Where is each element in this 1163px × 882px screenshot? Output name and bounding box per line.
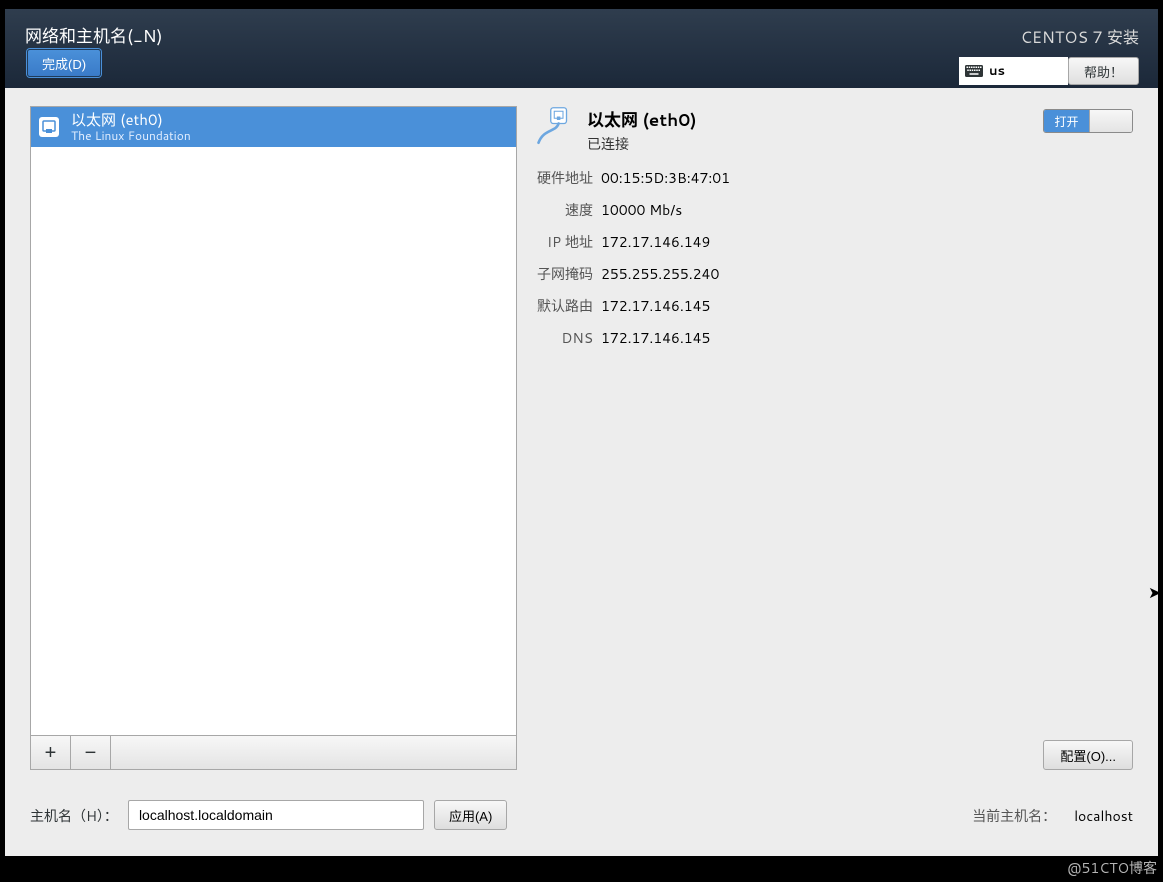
detail-key: IP 地址 — [535, 232, 593, 252]
content-area: 以太网 (eth0) The Linux Foundation + − — [5, 88, 1158, 770]
detail-value-gateway: 172.17.146.145 — [601, 296, 1133, 316]
detail-key: 默认路由 — [535, 296, 593, 316]
keyboard-icon — [965, 64, 983, 78]
network-config-window: 网络和主机名(_N) 完成(D) CENTOS 7 安装 us 帮助！ — [5, 9, 1158, 856]
toggle-on-label: 打开 — [1044, 110, 1089, 132]
detail-key: 子网掩码 — [535, 264, 593, 284]
hostname-label: 主机名（H）： — [30, 800, 118, 826]
detail-grid: 硬件地址 00:15:5D:3B:47:01 速度 10000 Mb/s IP … — [535, 168, 1133, 348]
interface-list[interactable]: 以太网 (eth0) The Linux Foundation — [30, 106, 517, 736]
connection-toggle[interactable]: 打开 — [1043, 109, 1133, 133]
keyboard-layout-label: us — [989, 62, 1005, 80]
current-hostname-value: localhost — [1074, 806, 1133, 826]
add-interface-button[interactable]: + — [31, 736, 71, 769]
interface-detail-pane: 以太网 (eth0) 已连接 打开 硬件地址 00:15:5D:3B:47:01… — [535, 106, 1133, 770]
detail-value-mac: 00:15:5D:3B:47:01 — [601, 168, 1133, 188]
page-title: 网络和主机名(_N) — [25, 22, 163, 48]
detail-status: 已连接 — [587, 134, 697, 154]
done-button[interactable]: 完成(D) — [27, 49, 101, 77]
lang-help-row: us 帮助！ — [959, 57, 1139, 85]
detail-value-dns: 172.17.146.145 — [601, 328, 1133, 348]
hostname-input[interactable] — [128, 800, 424, 830]
detail-key: 速度 — [535, 200, 593, 220]
header-bar: 网络和主机名(_N) 完成(D) CENTOS 7 安装 us 帮助！ — [5, 9, 1158, 88]
ethernet-cable-icon — [535, 106, 577, 148]
ethernet-icon — [37, 115, 61, 139]
detail-key: DNS — [535, 328, 593, 348]
interface-list-item[interactable]: 以太网 (eth0) The Linux Foundation — [31, 107, 516, 147]
detail-value-subnet: 255.255.255.240 — [601, 264, 1133, 284]
interface-list-pane: 以太网 (eth0) The Linux Foundation + − — [30, 106, 517, 770]
add-remove-toolbar: + − — [30, 736, 517, 770]
keyboard-layout-selector[interactable]: us — [959, 57, 1068, 85]
interface-labels: 以太网 (eth0) The Linux Foundation — [71, 112, 191, 142]
installer-name: CENTOS 7 安装 — [1021, 24, 1140, 49]
configure-button[interactable]: 配置(O)... — [1043, 740, 1133, 770]
detail-value-speed: 10000 Mb/s — [601, 200, 1133, 220]
interface-subtitle: The Linux Foundation — [71, 129, 191, 142]
hostname-footer: 主机名（H）： 应用(A) 当前主机名： localhost — [5, 770, 1158, 856]
toggle-knob — [1089, 110, 1132, 132]
watermark: @51CTO博客 — [1067, 858, 1157, 878]
detail-value-ip: 172.17.146.149 — [601, 232, 1133, 252]
help-button[interactable]: 帮助！ — [1068, 57, 1139, 85]
remove-interface-button[interactable]: − — [71, 736, 111, 769]
current-hostname-label: 当前主机名： — [972, 806, 1056, 826]
detail-title: 以太网 (eth0) — [587, 106, 697, 132]
detail-key: 硬件地址 — [535, 168, 593, 188]
apply-hostname-button[interactable]: 应用(A) — [434, 800, 507, 830]
